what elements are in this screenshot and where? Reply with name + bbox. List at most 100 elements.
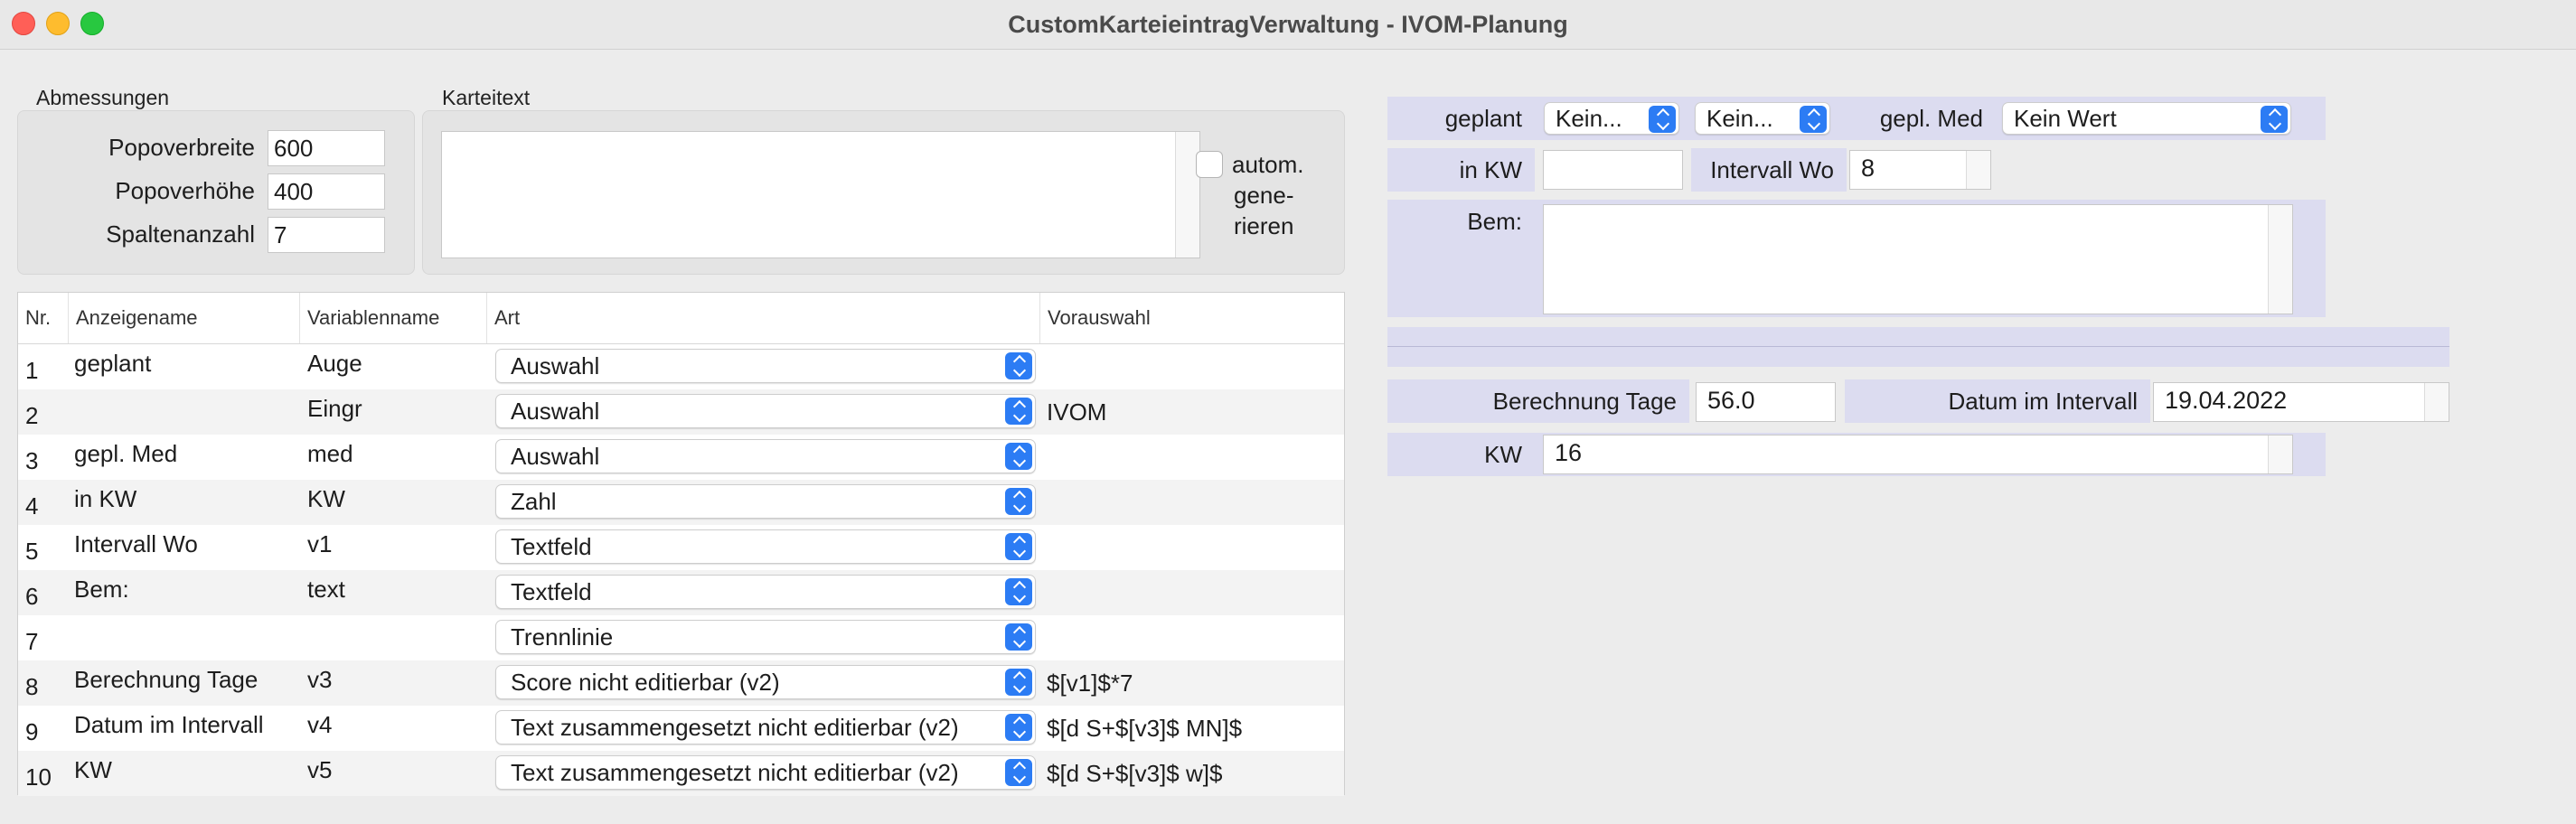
table-row[interactable]: 9 Datum im Intervall v4 Text zusammengesetz… bbox=[18, 706, 1344, 751]
row-nr: 8 bbox=[25, 673, 39, 700]
row-anzeigename[interactable]: KW bbox=[74, 747, 112, 792]
row-art-popup[interactable]: Auswahl bbox=[495, 349, 1036, 383]
chevron-updown-icon bbox=[2261, 106, 2288, 133]
row-variablenname[interactable]: Eingr bbox=[307, 386, 362, 431]
table-row[interactable]: 5 Intervall Wo v1 Textfeld bbox=[18, 525, 1344, 570]
row-anzeigename[interactable]: Berechnung Tage bbox=[74, 657, 258, 702]
row-art-value: Trennlinie bbox=[511, 623, 614, 651]
row-art-popup[interactable]: Text zusammengesetzt nicht editierbar (v… bbox=[495, 710, 1036, 744]
row-vorauswahl[interactable]: $[d S+$[v3]$ MN]$ bbox=[1047, 706, 1242, 751]
table-row[interactable]: 7 Trennlinie bbox=[18, 615, 1344, 660]
gepl-med-popup[interactable]: Kein Wert bbox=[2002, 102, 2291, 135]
geplant-popup-2[interactable]: Kein... bbox=[1695, 102, 1830, 135]
spaltenanzahl-field[interactable]: 7 bbox=[268, 217, 385, 253]
kw-scrollbar[interactable] bbox=[2268, 435, 2292, 473]
popoverbreite-label: Popoverbreite bbox=[108, 134, 255, 161]
table-row[interactable]: 1 geplant Auge Auswahl bbox=[18, 344, 1344, 389]
row-art-popup[interactable]: Score nicht editierbar (v2) bbox=[495, 665, 1036, 699]
row-art-value: Score nicht editierbar (v2) bbox=[511, 669, 780, 696]
berechnung-tage-label: Berechnung Tage bbox=[1387, 379, 1689, 423]
row-art-popup[interactable]: Zahl bbox=[495, 484, 1036, 519]
row-art-popup[interactable]: Textfeld bbox=[495, 529, 1036, 564]
trennlinie-separator bbox=[1387, 327, 2449, 367]
row-art-popup[interactable]: Trennlinie bbox=[495, 620, 1036, 654]
karteitext-scrollbar[interactable] bbox=[1175, 132, 1199, 258]
kw-value: 16 bbox=[1555, 439, 1583, 466]
row-nr: 5 bbox=[25, 538, 39, 565]
row-art-popup[interactable]: Auswahl bbox=[495, 394, 1036, 428]
row-variablenname[interactable]: v1 bbox=[307, 521, 332, 566]
row-variablenname[interactable]: med bbox=[307, 431, 353, 476]
geplant-popup-2-value: Kein... bbox=[1706, 105, 1773, 132]
row-art-popup[interactable]: Auswahl bbox=[495, 439, 1036, 473]
karteitext-textarea[interactable] bbox=[441, 131, 1200, 258]
row-variablenname[interactable]: v4 bbox=[307, 702, 332, 747]
autogen-line-2: gene- bbox=[1234, 182, 1294, 209]
row-art-value: Textfeld bbox=[511, 533, 592, 560]
karteitext-group-label: Karteitext bbox=[442, 86, 531, 109]
autom-generieren-checkbox[interactable] bbox=[1196, 151, 1223, 178]
chevron-updown-icon bbox=[1005, 352, 1032, 379]
popoverbreite-field[interactable]: 600 bbox=[268, 130, 385, 166]
table-row[interactable]: 3 gepl. Med med Auswahl bbox=[18, 435, 1344, 480]
row-art-popup[interactable]: Text zusammengesetzt nicht editierbar (v… bbox=[495, 755, 1036, 790]
autogen-line-1: autom. bbox=[1232, 151, 1304, 178]
datum-scrollbar[interactable] bbox=[2424, 383, 2449, 421]
geplant-popup-1[interactable]: Kein... bbox=[1544, 102, 1679, 135]
intervall-wo-value: 8 bbox=[1861, 154, 1876, 182]
intervall-wo-field[interactable]: 8 bbox=[1849, 150, 1991, 190]
spaltenanzahl-label: Spaltenanzahl bbox=[106, 220, 255, 248]
gepl-med-label: gepl. Med bbox=[1847, 97, 1996, 140]
row-variablenname[interactable]: text bbox=[307, 566, 345, 612]
chevron-updown-icon bbox=[1800, 106, 1827, 133]
window-title: CustomKarteieintragVerwaltung - IVOM-Pla… bbox=[1008, 11, 1568, 38]
row-anzeigename[interactable]: Intervall Wo bbox=[74, 521, 198, 566]
header-variablenname[interactable]: Variablenname bbox=[300, 293, 487, 343]
row-vorauswahl[interactable]: $[v1]$*7 bbox=[1047, 660, 1133, 706]
row-art-value: Textfeld bbox=[511, 578, 592, 605]
row-variablenname[interactable]: KW bbox=[307, 476, 345, 521]
berechnung-tage-field: 56.0 bbox=[1696, 382, 1836, 422]
table-row[interactable]: 10 KW v5 Text zusammengesetzt nicht editier… bbox=[18, 751, 1344, 796]
row-nr: 3 bbox=[25, 447, 39, 474]
table-row[interactable]: 2 Eingr Auswahl IVOM bbox=[18, 389, 1344, 435]
chevron-updown-icon bbox=[1005, 714, 1032, 741]
table-row[interactable]: 8 Berechnung Tage v3 Score nicht editierbar… bbox=[18, 660, 1344, 706]
popoverhoehe-label: Popoverhöhe bbox=[115, 177, 255, 204]
intervall-wo-scrollbar[interactable] bbox=[1966, 151, 1990, 189]
row-art-value: Auswahl bbox=[511, 352, 600, 379]
row-variablenname[interactable]: v5 bbox=[307, 747, 332, 792]
row-nr: 1 bbox=[25, 357, 39, 384]
header-vorauswahl[interactable]: Vorauswahl bbox=[1040, 293, 1344, 343]
row-variablenname[interactable]: v3 bbox=[307, 657, 332, 702]
row-anzeigename[interactable]: gepl. Med bbox=[74, 431, 177, 476]
title-bar: CustomKarteieintragVerwaltung - IVOM-Pla… bbox=[0, 0, 2576, 50]
chevron-updown-icon bbox=[1005, 533, 1032, 560]
chevron-updown-icon bbox=[1005, 398, 1032, 425]
datum-value: 19.04.2022 bbox=[2165, 387, 2288, 414]
table-row[interactable]: 6 Bem: text Textfeld bbox=[18, 570, 1344, 615]
bem-textarea[interactable] bbox=[1543, 204, 2293, 314]
abmessungen-group: Popoverbreite 600 Popoverhöhe 400 Spalte… bbox=[17, 110, 415, 275]
row-anzeigename[interactable]: in KW bbox=[74, 476, 136, 521]
row-anzeigename[interactable]: Datum im Intervall bbox=[74, 702, 264, 747]
chevron-updown-icon bbox=[1005, 759, 1032, 786]
chevron-updown-icon bbox=[1005, 623, 1032, 651]
row-art-popup[interactable]: Textfeld bbox=[495, 575, 1036, 609]
row-nr: 2 bbox=[25, 402, 39, 429]
header-nr[interactable]: Nr. bbox=[18, 293, 69, 343]
bem-scrollbar[interactable] bbox=[2268, 205, 2292, 314]
row-variablenname[interactable]: Auge bbox=[307, 341, 362, 386]
popoverhoehe-field[interactable]: 400 bbox=[268, 173, 385, 210]
chevron-updown-icon bbox=[1649, 106, 1676, 133]
row-vorauswahl[interactable]: $[d S+$[v3]$ w]$ bbox=[1047, 751, 1222, 796]
header-anzeigename[interactable]: Anzeigename bbox=[69, 293, 300, 343]
table-row[interactable]: 4 in KW KW Zahl bbox=[18, 480, 1344, 525]
row-anzeigename[interactable]: Bem: bbox=[74, 566, 129, 612]
header-art[interactable]: Art bbox=[487, 293, 1040, 343]
row-nr: 7 bbox=[25, 628, 39, 655]
in-kw-field[interactable] bbox=[1543, 150, 1683, 190]
row-vorauswahl[interactable]: IVOM bbox=[1047, 389, 1106, 435]
row-anzeigename[interactable]: geplant bbox=[74, 341, 151, 386]
gepl-med-value: Kein Wert bbox=[2014, 105, 2117, 132]
